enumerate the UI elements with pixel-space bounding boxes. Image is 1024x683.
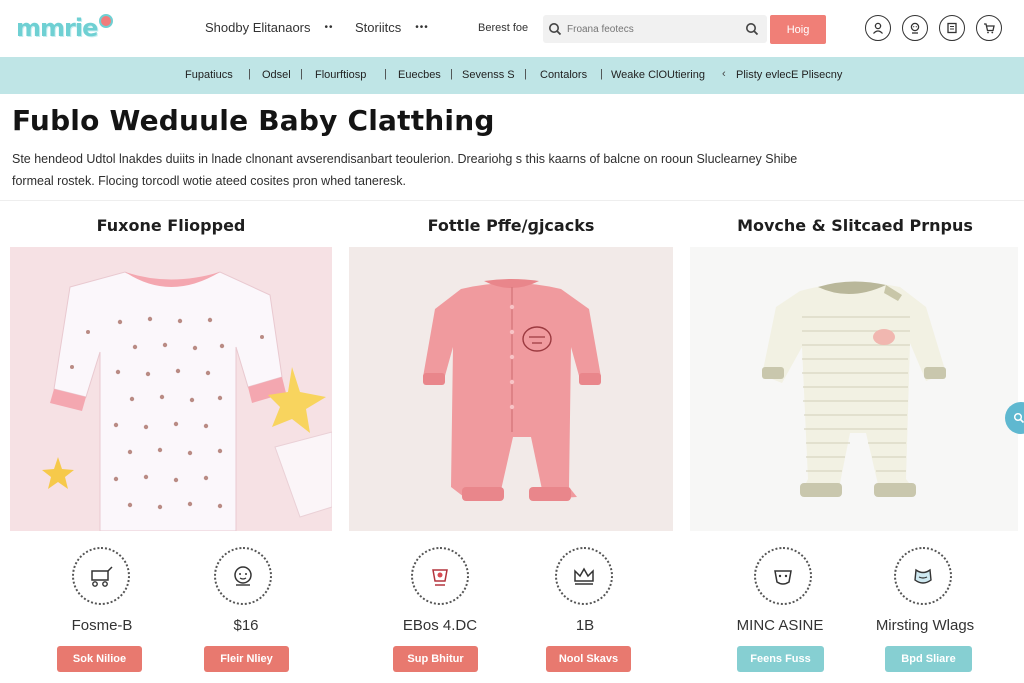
feature-label-4: 1B <box>575 617 595 634</box>
chat-search-icon <box>1013 412 1024 424</box>
diaper-icon <box>774 570 792 585</box>
stamp-icon <box>432 569 448 586</box>
category-separator: | <box>300 68 303 80</box>
logo-text: mmrie <box>16 14 98 42</box>
feature-label-2: $16 <box>233 617 259 634</box>
category-item[interactable]: Flourftiosp <box>315 69 366 81</box>
section-divider <box>0 200 1024 201</box>
feature-badge-6 <box>894 547 952 605</box>
feature-badge-5 <box>754 547 812 605</box>
patterned-bodysuit-illustration <box>10 247 332 531</box>
product-title-1[interactable]: Fuxone Fliopped <box>10 216 332 235</box>
feature-badge-3 <box>411 547 469 605</box>
striped-romper-illustration <box>690 247 1018 531</box>
category-separator: ‹ <box>722 68 726 80</box>
category-separator: | <box>450 68 453 80</box>
feature-badge-1 <box>72 547 130 605</box>
logo-heart-icon <box>99 14 114 28</box>
header-icon-group <box>865 15 1002 41</box>
feature-label-3: EBos 4.DC <box>402 617 478 634</box>
product-title-3[interactable]: Movche & Slitcaed Prnpus <box>690 216 1020 235</box>
feature-button-2[interactable]: Fleir Nliey <box>204 646 289 672</box>
baby-face-icon <box>234 566 252 586</box>
feature-button-1[interactable]: Sok Nilioe <box>57 646 142 672</box>
category-bar: Fupatiucs | Odsel | Flourftiosp | Euecbe… <box>0 57 1024 94</box>
category-item[interactable]: Contalors <box>540 69 587 81</box>
nav-menu-2[interactable]: Storiitcs ••• <box>355 20 429 35</box>
search-button[interactable]: Hoig <box>770 15 826 44</box>
category-item[interactable]: Euecbes <box>398 69 441 81</box>
category-item[interactable]: Weake ClOUtiering <box>611 69 705 81</box>
stroller-icon <box>91 566 113 587</box>
product-image-1[interactable] <box>10 247 332 531</box>
site-header: mmrie Shodby Elitanaors •• Storiitcs •••… <box>0 0 1024 57</box>
search-input[interactable] <box>567 23 737 35</box>
feature-badge-2 <box>214 547 272 605</box>
feature-label-6: Mirsting Wlags <box>875 617 975 634</box>
crown-icon <box>574 567 594 585</box>
nav-menu-2-dots-icon: ••• <box>415 22 429 33</box>
category-item[interactable]: Fupatiucs <box>185 69 233 81</box>
search-submit-icon[interactable] <box>737 22 767 36</box>
wishlist-icon[interactable] <box>939 15 965 41</box>
feature-label-5: MINC ASINE <box>736 617 824 634</box>
feature-button-4[interactable]: Nool Skavs <box>546 646 631 672</box>
feature-button-6[interactable]: Bpd Sliare <box>885 646 972 672</box>
feature-label-1: Fosme-B <box>71 617 133 634</box>
category-separator: | <box>524 68 527 80</box>
nav-menu-1-label: Shodby Elitanaors <box>205 20 311 35</box>
pink-romper-illustration <box>349 247 673 531</box>
search-icon[interactable] <box>543 22 567 36</box>
product-title-2[interactable]: Fottle Pffe/ɡjcacks <box>349 216 673 235</box>
category-separator: | <box>600 68 603 80</box>
page-description: Ste hendeod Udtol lnakdes duiits in lnad… <box>12 148 812 192</box>
page-title: Fublo Weduule Baby Clatthing <box>12 104 495 137</box>
feature-badge-4 <box>555 547 613 605</box>
bib-icon <box>914 568 932 584</box>
page-description-line-1: Ste hendeod Udtol lnakdes duiits in lnad… <box>12 152 798 166</box>
search-bar <box>543 15 767 43</box>
category-separator: | <box>384 68 387 80</box>
account-icon[interactable] <box>865 15 891 41</box>
category-item[interactable]: Plisty evlecE Plisecny <box>736 69 842 81</box>
category-separator: | <box>248 68 251 80</box>
nav-menu-1-dots-icon: •• <box>324 22 334 33</box>
brand-logo[interactable]: mmrie <box>16 8 114 48</box>
nav-menu-2-label: Storiitcs <box>355 20 402 35</box>
product-image-3[interactable] <box>690 247 1018 531</box>
page-description-line-2: formeal rostek. Flocing torcodl wotie at… <box>12 174 406 188</box>
category-item[interactable]: Odsel <box>262 69 291 81</box>
feature-button-5[interactable]: Feens Fuss <box>737 646 824 672</box>
product-image-2[interactable] <box>349 247 673 531</box>
baby-icon[interactable] <box>902 15 928 41</box>
cart-icon[interactable] <box>976 15 1002 41</box>
feature-button-3[interactable]: Sup Bhitur <box>393 646 478 672</box>
nav-menu-1[interactable]: Shodby Elitanaors •• <box>205 20 334 35</box>
category-item[interactable]: Sevenss S <box>462 69 515 81</box>
best-for-link[interactable]: Berest foe <box>478 22 528 34</box>
